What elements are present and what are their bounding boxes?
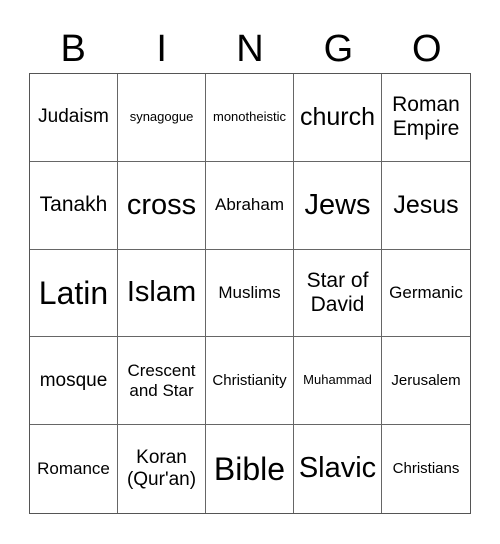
- header-letter-n: N: [236, 28, 264, 70]
- bingo-cell[interactable]: Tanakh: [30, 161, 118, 250]
- bingo-cell[interactable]: monotheistic: [206, 74, 294, 162]
- bingo-cell[interactable]: Judaism: [30, 74, 118, 162]
- bingo-cell[interactable]: mosque: [30, 337, 118, 426]
- bingo-cell[interactable]: Muhammad: [294, 337, 382, 426]
- bingo-cell[interactable]: Islam: [118, 249, 206, 338]
- bingo-cell[interactable]: Christians: [382, 425, 470, 513]
- bingo-cell[interactable]: Koran (Qur'an): [118, 425, 206, 513]
- header-letter-i: I: [156, 28, 167, 70]
- bingo-cell[interactable]: Jesus: [382, 162, 470, 250]
- header-letter-b: B: [60, 28, 86, 70]
- bingo-cell[interactable]: Star of David: [294, 249, 382, 338]
- header-letter-g: G: [323, 28, 354, 70]
- bingo-cell[interactable]: Roman Empire: [382, 74, 470, 162]
- bingo-header: B I N G O: [29, 24, 471, 74]
- bingo-cell[interactable]: Crescent and Star: [118, 337, 206, 426]
- bingo-cell[interactable]: Germanic: [382, 250, 470, 338]
- bingo-cell[interactable]: Bible: [206, 425, 294, 513]
- bingo-cell[interactable]: Muslims: [206, 249, 294, 338]
- bingo-cell[interactable]: cross: [118, 161, 206, 250]
- bingo-cell[interactable]: church: [294, 74, 382, 162]
- header-letter-o: O: [412, 28, 442, 70]
- bingo-cell[interactable]: synagogue: [118, 74, 206, 162]
- bingo-cell[interactable]: Jerusalem: [382, 337, 470, 426]
- bingo-cell[interactable]: Slavic: [294, 425, 382, 513]
- bingo-cell[interactable]: Latin: [30, 249, 118, 338]
- bingo-grid: Judaism synagogue monotheistic church Ro…: [29, 73, 471, 514]
- bingo-cell[interactable]: Christianity: [206, 337, 294, 426]
- bingo-cell[interactable]: Abraham: [206, 161, 294, 250]
- bingo-cell[interactable]: Jews: [294, 161, 382, 250]
- bingo-cell[interactable]: Romance: [30, 425, 118, 513]
